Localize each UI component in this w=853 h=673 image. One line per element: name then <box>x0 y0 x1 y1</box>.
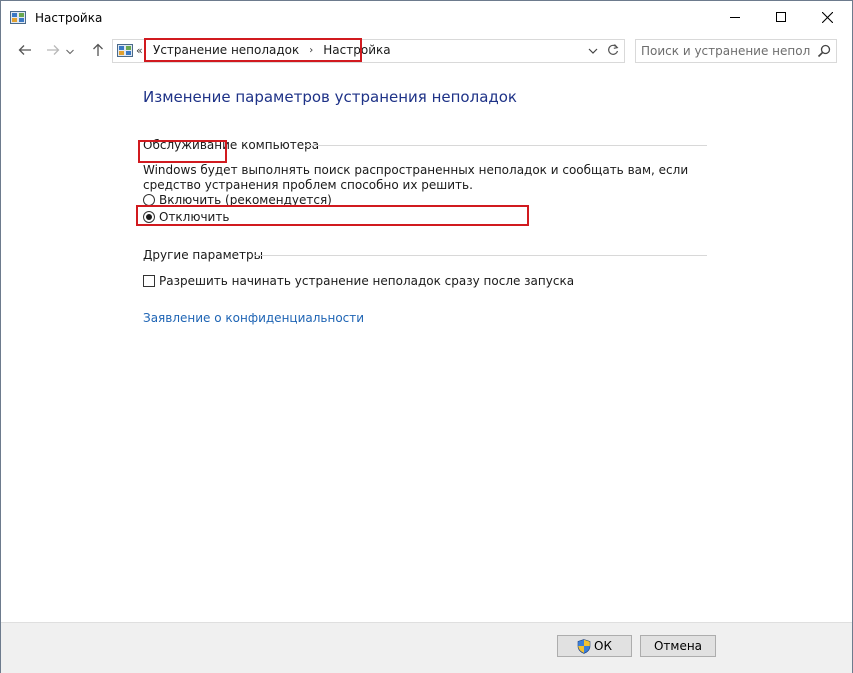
section-title-other: Другие параметры <box>143 248 264 262</box>
control-panel-icon <box>117 44 133 57</box>
radio-disable[interactable] <box>143 211 155 223</box>
minimize-button[interactable] <box>712 1 758 33</box>
auto-start-option[interactable]: Разрешить начинать устранение неполадок … <box>143 274 574 288</box>
recent-locations-button[interactable] <box>63 41 77 61</box>
radio-disable-option[interactable]: Отключить <box>143 210 229 224</box>
chevron-down-icon <box>586 47 600 61</box>
dialog-footer: ОК Отмена <box>1 622 852 673</box>
title-bar: Настройка <box>1 1 852 35</box>
chevron-down-icon <box>66 44 74 58</box>
breadcrumb-settings[interactable]: Настройка <box>321 43 392 57</box>
back-button[interactable] <box>15 41 35 61</box>
refresh-icon <box>605 44 621 61</box>
maximize-icon <box>776 12 786 22</box>
auto-start-label: Разрешить начинать устранение неполадок … <box>159 274 575 288</box>
cancel-button[interactable]: Отмена <box>640 635 716 657</box>
close-button[interactable] <box>804 1 850 33</box>
radio-disable-label: Отключить <box>159 210 230 224</box>
breadcrumb: Устранение неполадок › Настройка <box>151 43 393 57</box>
section-divider <box>305 145 707 146</box>
refresh-button[interactable] <box>605 42 621 58</box>
section-title-maintenance: Обслуживание компьютера <box>143 138 320 152</box>
radio-enable[interactable] <box>143 194 155 206</box>
maintenance-description: Windows будет выполнять поиск распростра… <box>143 163 689 192</box>
auto-start-checkbox[interactable] <box>143 275 155 287</box>
section-divider <box>253 255 707 256</box>
ok-button[interactable]: ОК <box>557 635 632 657</box>
maximize-button[interactable] <box>758 1 804 33</box>
address-bar[interactable]: « Устранение неполадок › Настройка <box>112 39 625 63</box>
uac-shield-icon <box>577 638 591 654</box>
arrow-up-icon <box>92 43 104 60</box>
main-content: Изменение параметров устранения неполадо… <box>1 67 852 622</box>
arrow-left-icon <box>18 44 32 59</box>
search-input[interactable] <box>641 42 811 60</box>
radio-enable-option[interactable]: Включить (рекомендуется) <box>143 193 332 207</box>
close-icon <box>821 11 833 23</box>
radio-enable-label: Включить (рекомендуется) <box>159 193 332 207</box>
privacy-statement-link[interactable]: Заявление о конфиденциальности <box>143 311 364 325</box>
ok-button-label: ОК <box>594 639 612 653</box>
minimize-icon <box>730 12 740 22</box>
control-panel-icon <box>10 11 26 24</box>
search-icon[interactable] <box>817 44 831 58</box>
navigation-bar: « Устранение неполадок › Настройка <box>1 35 852 67</box>
breadcrumb-troubleshooting[interactable]: Устранение неполадок <box>151 43 301 57</box>
address-dropdown-button[interactable] <box>586 44 600 58</box>
up-button[interactable] <box>88 41 108 61</box>
search-box[interactable] <box>635 39 837 63</box>
breadcrumb-separator[interactable]: › <box>301 45 321 56</box>
page-title: Изменение параметров устранения неполадо… <box>143 88 517 106</box>
breadcrumb-overflow[interactable]: « <box>136 44 143 57</box>
arrow-right-icon <box>46 44 60 59</box>
forward-button[interactable] <box>43 41 63 61</box>
window-title: Настройка <box>35 11 103 25</box>
settings-window: Настройка « Устранение неполадок › Настр… <box>0 0 853 673</box>
